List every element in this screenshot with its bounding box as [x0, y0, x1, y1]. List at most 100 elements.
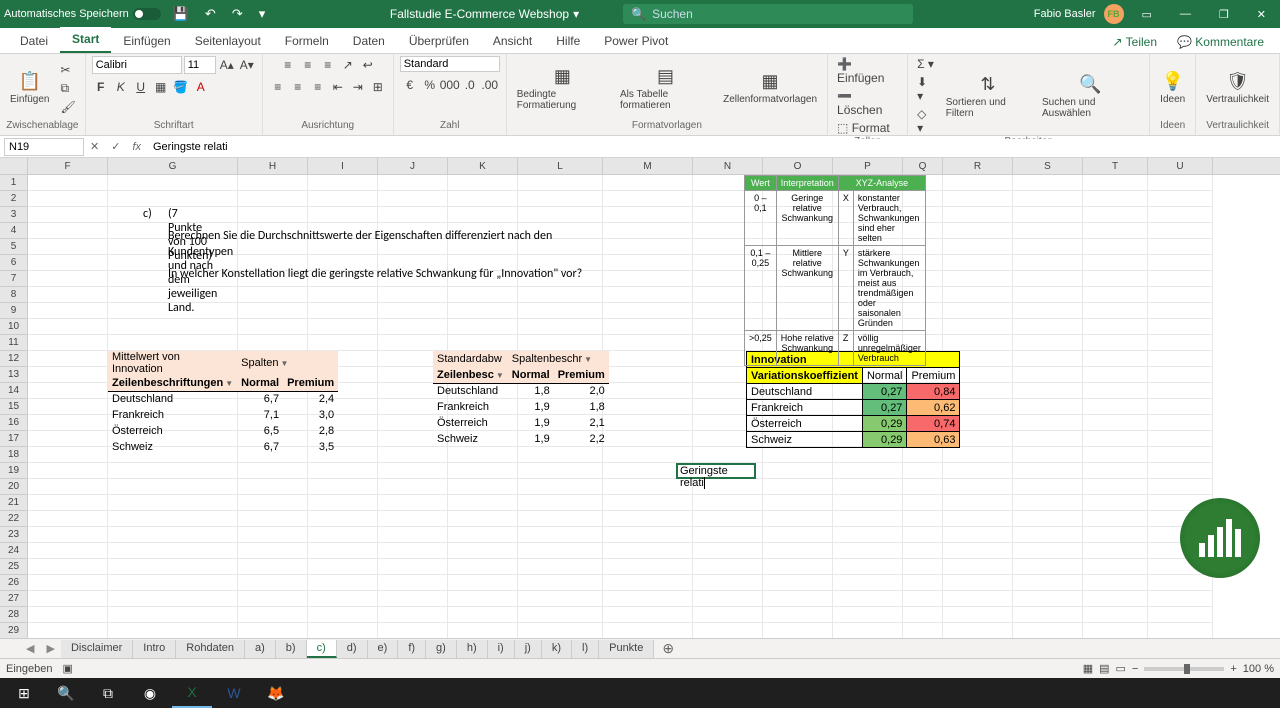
- decrease-font-icon[interactable]: A▾: [238, 56, 256, 74]
- border-icon[interactable]: ▦: [152, 78, 170, 96]
- clear-icon[interactable]: ◇ ▾: [914, 106, 938, 136]
- bold-icon[interactable]: F: [92, 78, 110, 96]
- align-mid-icon[interactable]: ≡: [299, 56, 317, 74]
- sheet-tab[interactable]: b): [276, 640, 307, 658]
- row-header[interactable]: 16: [0, 415, 28, 431]
- paste-button[interactable]: 📋Einfügen: [6, 69, 53, 107]
- dec-decimal-icon[interactable]: .00: [481, 76, 499, 94]
- column-header[interactable]: G: [108, 158, 238, 174]
- tab-daten[interactable]: Daten: [341, 29, 397, 53]
- select-all-corner[interactable]: [0, 158, 28, 174]
- column-header[interactable]: F: [28, 158, 108, 174]
- row-header[interactable]: 1: [0, 175, 28, 191]
- row-header[interactable]: 21: [0, 495, 28, 511]
- share-button[interactable]: ↗ Teilen: [1104, 31, 1165, 53]
- row-header[interactable]: 17: [0, 431, 28, 447]
- format-cells-button[interactable]: ⬚ Format: [834, 120, 901, 136]
- tab-ueberpruefen[interactable]: Überprüfen: [397, 29, 481, 53]
- confirm-edit-icon[interactable]: ✓: [105, 140, 126, 153]
- row-header[interactable]: 11: [0, 335, 28, 351]
- align-right-icon[interactable]: ≡: [309, 78, 327, 96]
- cell-styles-button[interactable]: ▦Zellenformatvorlagen: [719, 69, 821, 107]
- indent-dec-icon[interactable]: ⇤: [329, 78, 347, 96]
- sheet-tab[interactable]: a): [245, 640, 276, 658]
- obs-icon[interactable]: ◉: [130, 678, 170, 708]
- tab-start[interactable]: Start: [60, 27, 111, 53]
- zoom-slider[interactable]: [1144, 667, 1224, 671]
- firefox-taskbar-icon[interactable]: 🦊: [256, 678, 296, 708]
- delete-cells-button[interactable]: ➖ Löschen: [834, 88, 901, 118]
- search-box[interactable]: 🔍 Suchen: [623, 4, 913, 24]
- find-select-button[interactable]: 🔍Suchen und Auswählen: [1038, 72, 1143, 121]
- column-header[interactable]: L: [518, 158, 603, 174]
- row-header[interactable]: 23: [0, 527, 28, 543]
- inc-decimal-icon[interactable]: .0: [461, 76, 479, 94]
- pivot-table-mean[interactable]: Mittelwert von InnovationSpalten▼ Zeilen…: [108, 351, 338, 455]
- column-header[interactable]: K: [448, 158, 518, 174]
- column-header[interactable]: T: [1083, 158, 1148, 174]
- qat-more-icon[interactable]: ▾: [255, 6, 270, 22]
- grid-area[interactable]: FGHIJKLMNOPQRSTU 12345678910111213141516…: [0, 158, 1280, 638]
- row-header[interactable]: 6: [0, 255, 28, 271]
- underline-icon[interactable]: U: [132, 78, 150, 96]
- tab-seitenlayout[interactable]: Seitenlayout: [183, 29, 273, 53]
- column-header[interactable]: S: [1013, 158, 1083, 174]
- row-header[interactable]: 20: [0, 479, 28, 495]
- row-header[interactable]: 9: [0, 303, 28, 319]
- row-header[interactable]: 3: [0, 207, 28, 223]
- sheet-tab[interactable]: k): [542, 640, 572, 658]
- excel-taskbar-icon[interactable]: X: [172, 678, 212, 708]
- indent-inc-icon[interactable]: ⇥: [349, 78, 367, 96]
- fill-color-icon[interactable]: 🪣: [172, 78, 190, 96]
- column-header[interactable]: I: [308, 158, 378, 174]
- row-header[interactable]: 25: [0, 559, 28, 575]
- row-header[interactable]: 14: [0, 383, 28, 399]
- sheet-tab[interactable]: i): [488, 640, 515, 658]
- toggle-switch-icon[interactable]: [133, 8, 161, 20]
- insert-cells-button[interactable]: ➕ Einfügen: [834, 56, 901, 86]
- fill-icon[interactable]: ⬇ ▾: [914, 74, 938, 104]
- start-menu-icon[interactable]: ⊞: [4, 678, 44, 708]
- sheet-tab[interactable]: h): [457, 640, 488, 658]
- orientation-icon[interactable]: ↗: [339, 56, 357, 74]
- align-bot-icon[interactable]: ≡: [319, 56, 337, 74]
- sheet-tab[interactable]: c): [307, 640, 337, 658]
- increase-font-icon[interactable]: A▴: [218, 56, 236, 74]
- row-header[interactable]: 19: [0, 463, 28, 479]
- column-header[interactable]: R: [943, 158, 1013, 174]
- add-sheet-icon[interactable]: ⊕: [654, 640, 682, 657]
- row-header[interactable]: 29: [0, 623, 28, 638]
- row-header[interactable]: 8: [0, 287, 28, 303]
- dropdown-icon[interactable]: ▼: [223, 379, 233, 388]
- formula-input[interactable]: [147, 139, 1280, 155]
- row-header[interactable]: 26: [0, 575, 28, 591]
- sheet-tab[interactable]: l): [572, 640, 599, 658]
- as-table-button[interactable]: ▤Als Tabelle formatieren: [616, 64, 715, 113]
- font-size-select[interactable]: [184, 56, 216, 74]
- save-icon[interactable]: 💾: [169, 6, 193, 22]
- percent-icon[interactable]: %: [421, 76, 439, 94]
- font-color-icon[interactable]: A: [192, 78, 210, 96]
- sheet-tab[interactable]: Disclaimer: [61, 640, 133, 658]
- close-icon[interactable]: ✕: [1247, 2, 1276, 27]
- wrap-icon[interactable]: ↩: [359, 56, 377, 74]
- sheet-tab[interactable]: Rohdaten: [176, 640, 245, 658]
- cancel-edit-icon[interactable]: ✕: [84, 140, 105, 153]
- tab-datei[interactable]: Datei: [8, 29, 60, 53]
- sheet-tab[interactable]: f): [398, 640, 426, 658]
- copy-icon[interactable]: ⧉: [57, 80, 78, 97]
- dropdown-icon[interactable]: ▼: [278, 359, 288, 368]
- column-header[interactable]: U: [1148, 158, 1213, 174]
- autosum-icon[interactable]: Σ ▾: [914, 56, 938, 72]
- number-format-select[interactable]: [400, 56, 500, 72]
- cut-icon[interactable]: ✂: [57, 62, 78, 78]
- search-taskbar-icon[interactable]: 🔍: [46, 678, 86, 708]
- column-header[interactable]: O: [763, 158, 833, 174]
- row-header[interactable]: 28: [0, 607, 28, 623]
- column-header[interactable]: M: [603, 158, 693, 174]
- active-cell[interactable]: Geringste relati: [676, 463, 756, 479]
- word-taskbar-icon[interactable]: W: [214, 678, 254, 708]
- tab-formeln[interactable]: Formeln: [273, 29, 341, 53]
- tab-hilfe[interactable]: Hilfe: [544, 29, 592, 53]
- sheet-nav-next-icon[interactable]: ▶: [40, 642, 60, 655]
